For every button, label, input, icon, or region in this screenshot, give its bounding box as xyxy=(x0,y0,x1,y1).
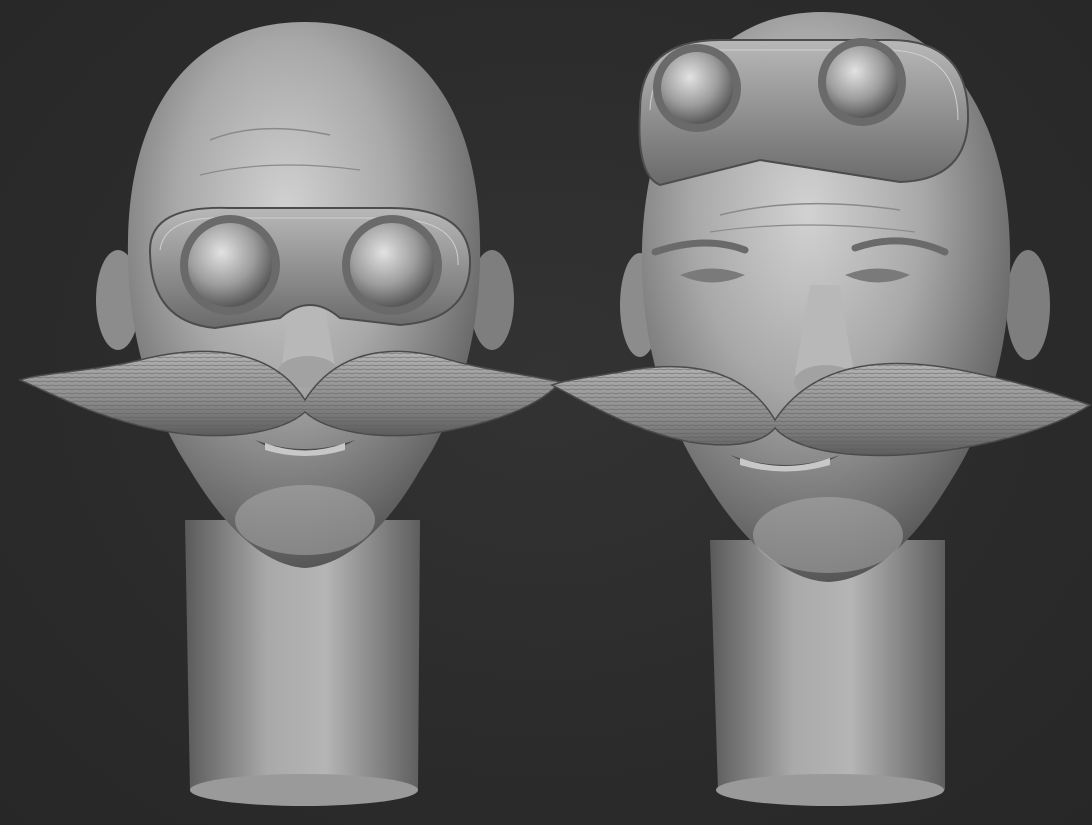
head-left xyxy=(17,22,562,806)
sculpt-render xyxy=(17,12,1092,806)
head-right xyxy=(550,12,1092,806)
sculpt-viewport xyxy=(0,0,1092,825)
ear-right-b xyxy=(1006,250,1050,360)
